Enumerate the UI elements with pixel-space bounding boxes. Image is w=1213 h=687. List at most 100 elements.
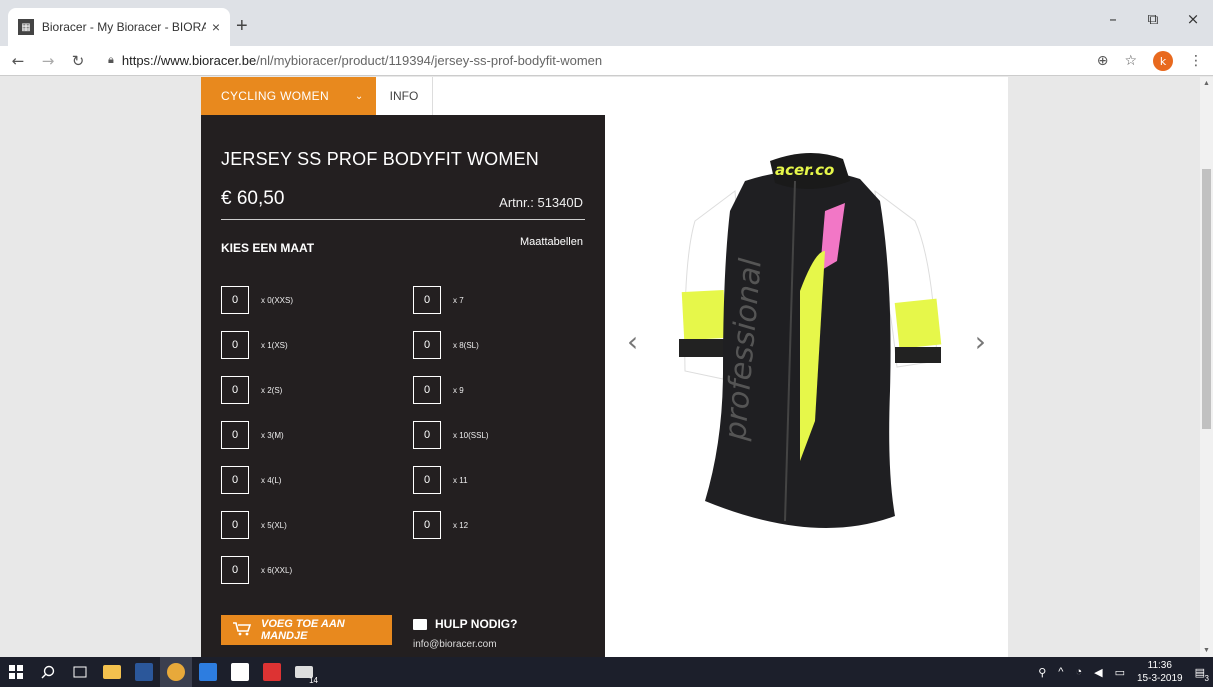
size-row: x 1(XS) [221, 331, 288, 359]
size-quantity-input[interactable] [221, 376, 249, 404]
size-quantity-input[interactable] [413, 286, 441, 314]
windows-taskbar: 14 ⚲ ^ ◔ ◀ ▭ 11:36 15-3-2019 ▤ 3 [0, 657, 1213, 687]
battery-icon[interactable]: ▭ [1115, 666, 1125, 679]
profile-avatar[interactable]: k [1153, 51, 1173, 71]
volume-icon[interactable]: ◀ [1094, 666, 1102, 679]
size-label: x 0(XXS) [261, 295, 294, 305]
size-label: x 11 [453, 475, 468, 485]
size-label: x 4(L) [261, 475, 282, 485]
size-label: x 9 [453, 385, 464, 395]
google-icon[interactable] [224, 657, 256, 687]
browser-tabbar: ▦ Bioracer - My Bioracer - BIORACE × + –… [0, 0, 1213, 46]
page-content: CYCLING WOMEN ⌄ INFO JERSEY SS PROF BODY… [0, 77, 1200, 657]
size-label: x 6(XXL) [261, 565, 293, 575]
mail-icon[interactable]: 14 [288, 657, 320, 687]
lock-icon: 🔒︎ [108, 54, 114, 66]
size-quantity-input[interactable] [221, 466, 249, 494]
next-image-arrow-icon[interactable]: › [975, 325, 986, 358]
window-controls: – ⧉ × [1093, 10, 1213, 28]
scroll-down-icon[interactable]: ▼ [1203, 647, 1210, 654]
size-row: x 3(M) [221, 421, 284, 449]
add-to-cart-button[interactable]: VOEG TOE AAN MANDJE [221, 615, 392, 645]
menu-kebab-icon[interactable]: ⋮ [1189, 53, 1203, 69]
size-quantity-input[interactable] [221, 331, 249, 359]
size-label: x 2(S) [261, 385, 283, 395]
clock-date: 15-3-2019 [1137, 673, 1183, 684]
windows-start-icon[interactable] [0, 657, 32, 687]
size-row: x 0(XXS) [221, 286, 293, 314]
category-dropdown[interactable]: CYCLING WOMEN ⌄ [201, 77, 376, 115]
info-tab[interactable]: INFO [376, 77, 433, 115]
notification-icon[interactable]: ▤ 3 [1195, 666, 1209, 683]
category-nav: CYCLING WOMEN ⌄ INFO [201, 77, 1008, 115]
clock[interactable]: 11:36 15-3-2019 [1137, 659, 1183, 685]
url-field[interactable]: 🔒︎ https://www.bioracer.be /nl/mybiorace… [108, 53, 602, 68]
cart-icon [233, 621, 252, 639]
word-icon[interactable] [128, 657, 160, 687]
size-quantity-input[interactable] [413, 376, 441, 404]
size-quantity-input[interactable] [413, 331, 441, 359]
search-icon[interactable] [32, 657, 64, 687]
size-label: x 8(SL) [453, 340, 479, 350]
jersey-image: acer.co professional [679, 152, 942, 528]
polar-icon[interactable] [256, 657, 288, 687]
mail-badge: 14 [309, 676, 318, 685]
notification-count: 3 [1204, 673, 1209, 683]
size-quantity-input[interactable] [221, 511, 249, 539]
product-image-area: ‹ › acer.co professional [605, 115, 1008, 657]
chevron-down-icon: ⌄ [354, 90, 364, 102]
back-arrow-icon[interactable]: ← [6, 52, 30, 70]
wifi-icon[interactable]: ◔ [1075, 666, 1082, 678]
scroll-up-icon[interactable]: ▲ [1203, 80, 1210, 87]
forward-arrow-icon[interactable]: → [36, 52, 60, 70]
size-label: x 10(SSL) [453, 430, 489, 440]
browser-tab[interactable]: ▦ Bioracer - My Bioracer - BIORACE × [8, 8, 230, 46]
bioracer-favicon-icon: ▦ [18, 19, 34, 35]
size-label: x 3(M) [261, 430, 284, 440]
size-label: x 12 [453, 520, 469, 530]
new-tab-button[interactable]: + [236, 15, 248, 38]
minimize-button[interactable]: – [1093, 10, 1133, 28]
system-tray: ⚲ ^ ◔ ◀ ▭ 11:36 15-3-2019 ▤ 3 [1038, 657, 1209, 687]
size-tables-link[interactable]: Maattabellen [520, 236, 583, 248]
size-quantity-input[interactable] [413, 421, 441, 449]
close-window-button[interactable]: × [1173, 10, 1213, 28]
size-quantity-input[interactable] [221, 286, 249, 314]
size-quantity-input[interactable] [221, 556, 249, 584]
tab-close-icon[interactable]: × [212, 19, 220, 35]
choose-size-heading: KIES EEN MAAT [221, 241, 315, 255]
reload-icon[interactable]: ↻ [66, 52, 90, 70]
url-path: /nl/mybioracer/product/119394/jersey-ss-… [256, 53, 603, 68]
bookmark-star-icon[interactable]: ☆ [1124, 53, 1137, 69]
size-row: x 12 [413, 511, 468, 539]
address-bar: ← → ↻ 🔒︎ https://www.bioracer.be /nl/myb… [0, 46, 1213, 76]
people-icon[interactable]: ⚲ [1038, 666, 1046, 679]
help-block: HULP NODIG? info@bioracer.com [413, 617, 517, 650]
help-email[interactable]: info@bioracer.com [413, 639, 517, 650]
size-row: x 6(XXL) [221, 556, 292, 584]
size-row: x 4(L) [221, 466, 281, 494]
size-quantity-input[interactable] [413, 466, 441, 494]
size-quantity-input[interactable] [221, 421, 249, 449]
restore-button[interactable]: ⧉ [1133, 10, 1173, 28]
size-label: x 5(XL) [261, 520, 287, 530]
task-view-icon[interactable] [64, 657, 96, 687]
size-label: x 1(XS) [261, 340, 288, 350]
size-quantity-input[interactable] [413, 511, 441, 539]
tray-chevron-icon[interactable]: ^ [1058, 666, 1063, 678]
file-explorer-icon[interactable] [96, 657, 128, 687]
size-row: x 9 [413, 376, 464, 404]
size-row: x 10(SSL) [413, 421, 489, 449]
page-scrollbar[interactable]: ▲ ▼ [1200, 77, 1213, 657]
zoom-icon[interactable]: ⊕ [1097, 53, 1109, 69]
dropbox-icon[interactable] [192, 657, 224, 687]
clock-time: 11:36 [1147, 660, 1172, 671]
product-panel: JERSEY SS PROF BODYFIT WOMEN € 60,50 Art… [201, 115, 605, 657]
scrollbar-thumb[interactable] [1202, 169, 1211, 429]
previous-image-arrow-icon[interactable]: ‹ [627, 325, 638, 358]
url-host: https://www.bioracer.be [121, 53, 257, 68]
chrome-icon[interactable] [160, 657, 192, 687]
category-label: CYCLING WOMEN [221, 89, 329, 103]
divider [221, 219, 585, 220]
tab-title: Bioracer - My Bioracer - BIORACE [41, 20, 206, 34]
